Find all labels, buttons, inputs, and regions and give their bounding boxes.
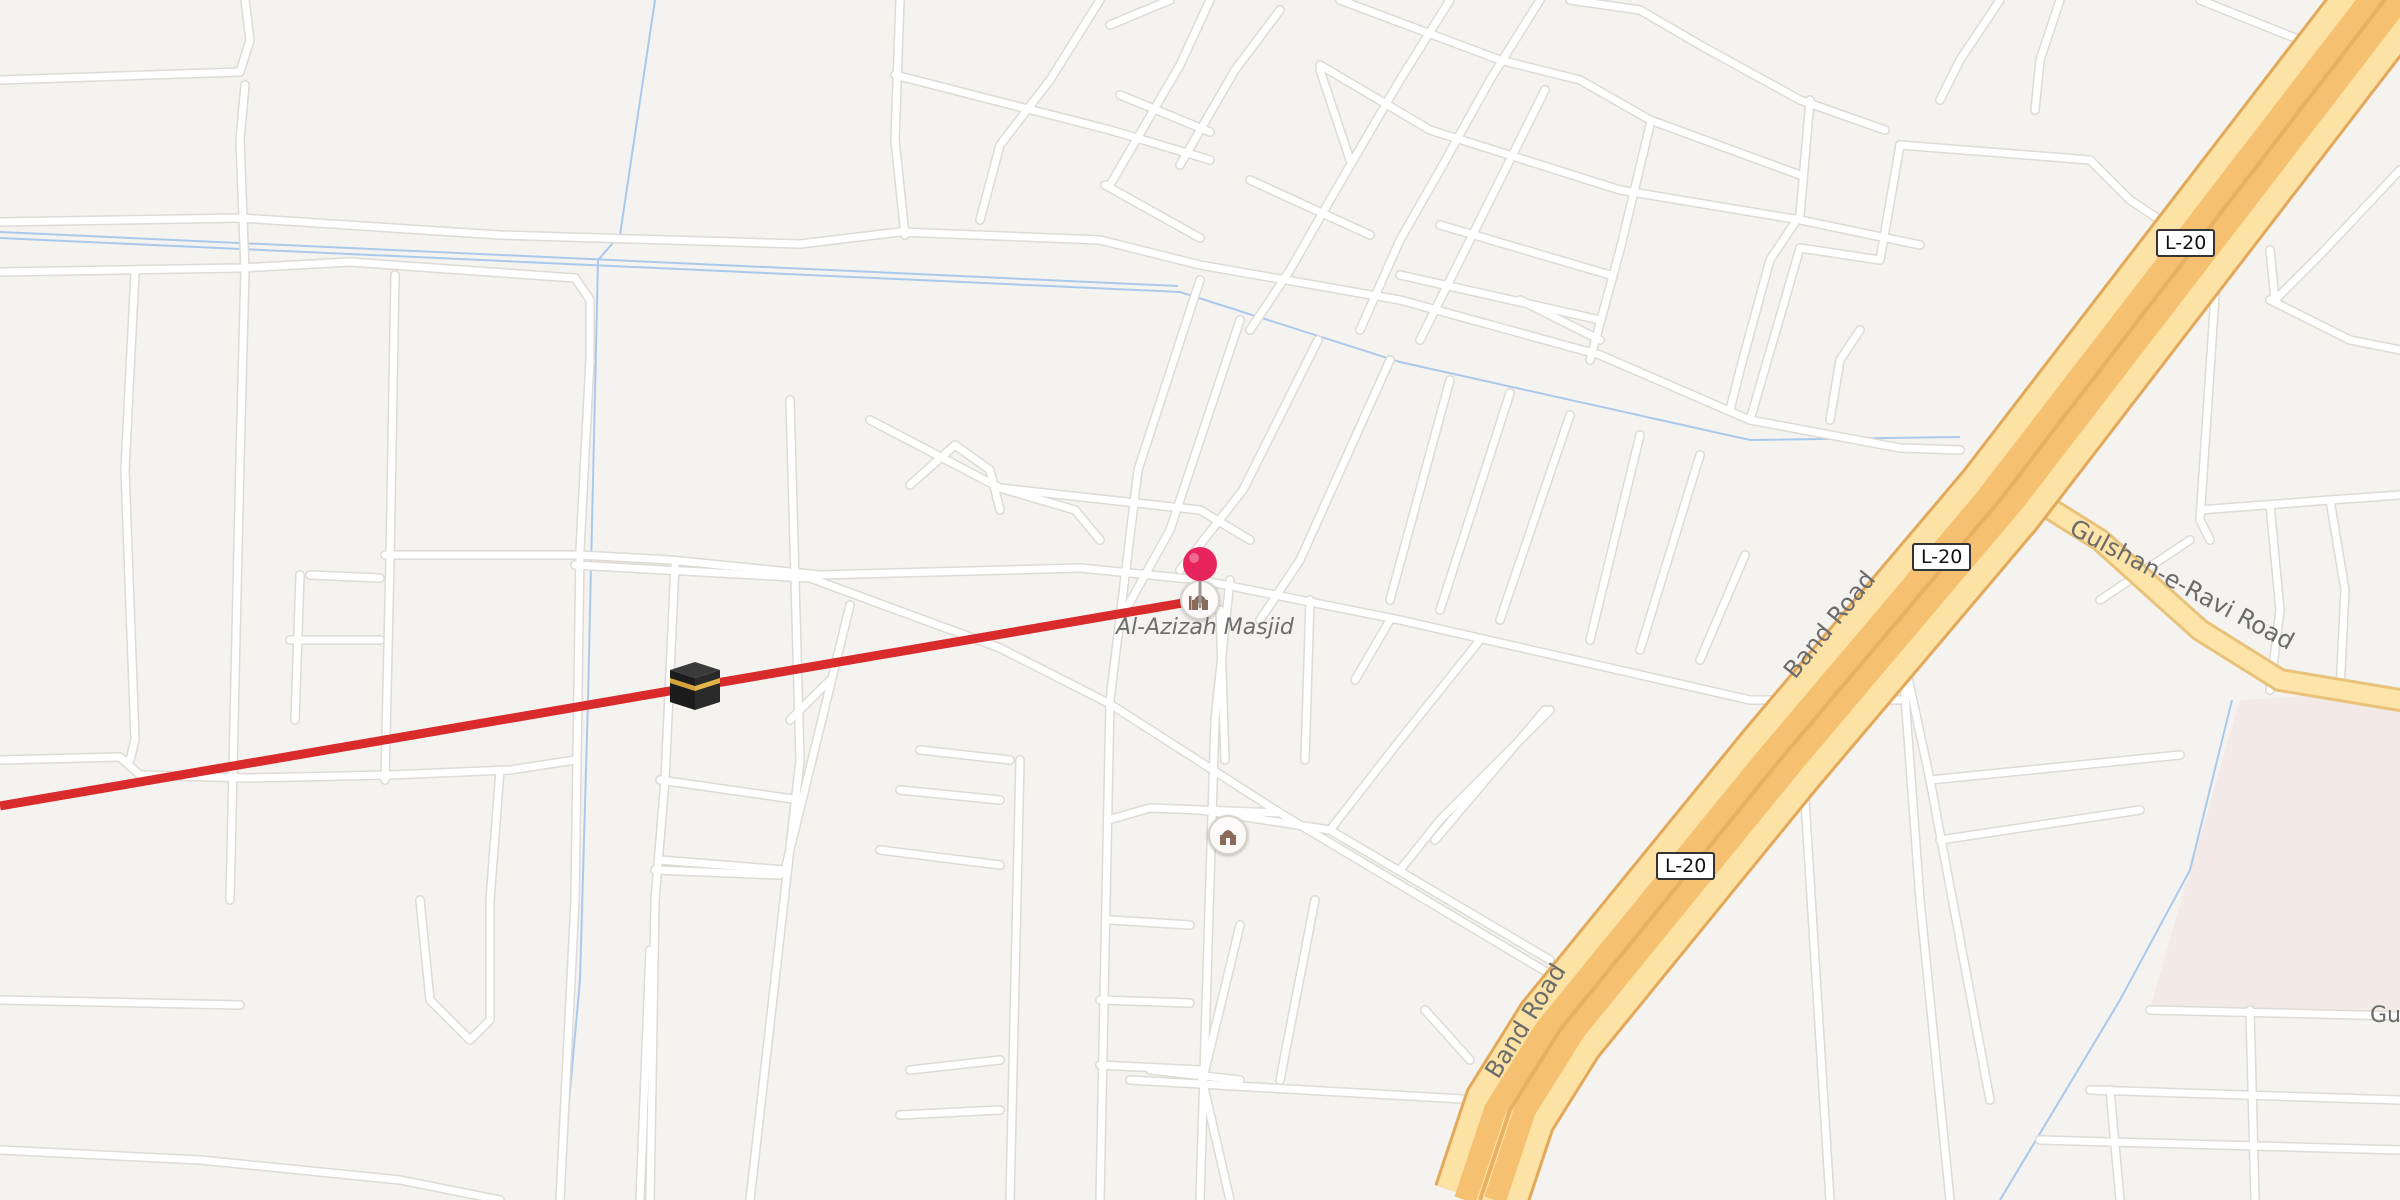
mosque-icon	[1220, 830, 1236, 845]
location-pin-icon[interactable]	[1180, 546, 1220, 610]
land-area	[2150, 690, 2400, 1010]
map-view[interactable]: Band Road Band Road Gulshan-e-Ravi Road …	[0, 0, 2400, 1200]
l20-shield-2: L-20	[1912, 543, 1972, 571]
mosque-name-label: Al-Azizah Masjid	[1116, 615, 1294, 640]
gulshan-e-ravi-road-label: Gulshan-e-Ravi Road	[2065, 514, 2299, 656]
kaaba-icon	[670, 662, 720, 710]
edge-fragment-label: Gu	[2370, 1003, 2400, 1028]
mosque-poi-2[interactable]	[1208, 815, 1248, 855]
l20-shield-1: L-20	[2156, 229, 2216, 257]
l20-shield-3: L-20	[1656, 852, 1716, 880]
